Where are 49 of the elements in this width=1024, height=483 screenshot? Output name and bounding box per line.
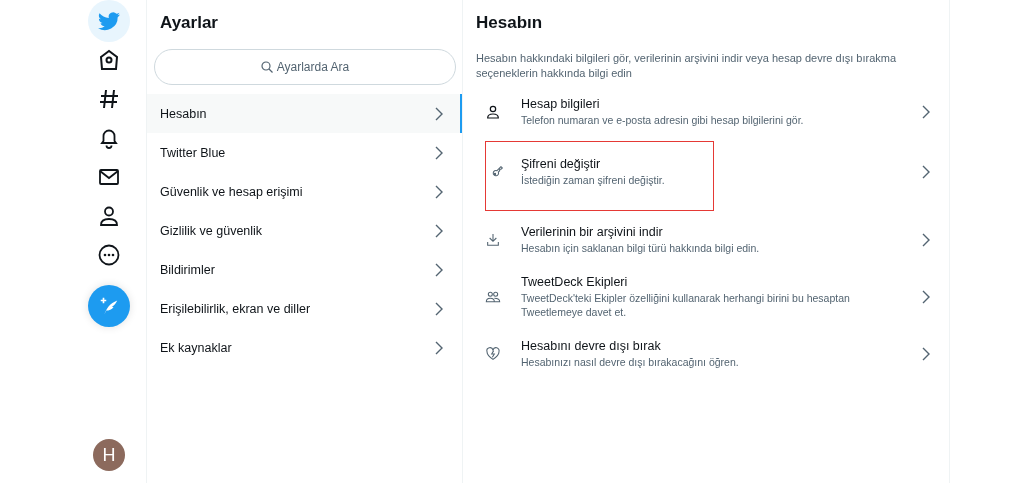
settings-title: Ayarlar: [159, 12, 219, 34]
item-title: Hesap bilgileri: [521, 97, 601, 111]
person-icon: [97, 204, 121, 228]
search-icon: [260, 61, 273, 73]
settings-item[interactable]: Gizlilik ve güvenlik: [147, 211, 462, 250]
account-item[interactable]: TweetDeck Ekipleri TweetDeck'teki Ekipler özelliğini kullanarak herhangi birini bu hesaptan Tweetlemeye davet et.: [463, 265, 949, 329]
chevron-right-icon: [433, 223, 445, 238]
person-icon: [485, 104, 501, 120]
account-item[interactable]: Verilerinin bir arşivini indir Hesabın için saklanan bilgi türü hakkında bilgi edin.: [463, 215, 949, 265]
settings-item[interactable]: Erişilebilirlik, ekran ve diller: [147, 289, 462, 328]
chevron-right-icon: [920, 105, 932, 119]
section-description: Hesabın hakkındaki bilgileri gör, verilerinin arşivini indir veya hesap devre dışı bırakma seçeneklerin hakkında bilgi edin: [475, 51, 898, 81]
item-title: Hesabını devre dışı bırak: [521, 339, 662, 353]
item-subtitle: İstediğin zaman şifreni değiştir.: [521, 173, 666, 187]
bird-icon: [97, 9, 121, 33]
more-icon: [97, 243, 121, 267]
chevron-right-icon: [920, 347, 932, 361]
settings-item[interactable]: Bildirimler: [147, 250, 462, 289]
item-title: TweetDeck Ekipleri: [521, 275, 629, 289]
chevron-right-icon: [433, 106, 445, 121]
account-item[interactable]: Şifreni değiştir İstediğin zaman şifreni değiştir.: [463, 137, 949, 215]
chevron-right-icon: [433, 301, 445, 316]
account-item[interactable]: Hesabını devre dışı bırak Hesabınızı nasıl devre dışı bırakacağını öğren.: [463, 329, 949, 379]
item-subtitle: Hesabınızı nasıl devre dışı bırakacağını öğren.: [521, 355, 740, 369]
chevron-right-icon: [433, 340, 445, 355]
home-icon: [97, 48, 121, 72]
chevron-right-icon: [920, 165, 932, 179]
chevron-right-icon: [433, 145, 445, 160]
people-icon: [485, 289, 501, 305]
settings-item[interactable]: Hesabın: [147, 94, 462, 133]
settings-item[interactable]: Ek kaynaklar: [147, 328, 462, 367]
hashtag-icon: [97, 87, 121, 111]
settings-item[interactable]: Güvenlik ve hesap erişimi: [147, 172, 462, 211]
section-title: Hesabın: [475, 12, 544, 34]
chevron-right-icon: [433, 262, 445, 277]
item-subtitle: Hesabın için saklanan bilgi türü hakkında bilgi edin.: [521, 241, 761, 255]
avatar[interactable]: H: [93, 439, 125, 471]
heart-icon: [485, 346, 501, 362]
download-icon: [485, 232, 501, 248]
chevron-right-icon: [920, 233, 932, 247]
account-item[interactable]: Hesap bilgileri Telefon numaran ve e-posta adresin gibi hesap bilgilerini gör.: [463, 87, 949, 137]
chevron-right-icon: [433, 184, 445, 199]
item-subtitle: TweetDeck'teki Ekipler özelliğini kullanarak herhangi birini bu hesaptan Tweetlemeye davet et.: [521, 291, 851, 319]
item-title: Verilerinin bir arşivini indir: [521, 225, 664, 239]
settings-item[interactable]: Twitter Blue: [147, 133, 462, 172]
compose-button[interactable]: [88, 285, 130, 327]
item-subtitle: Telefon numaran ve e-posta adresin gibi hesap bilgilerini gör.: [521, 113, 805, 127]
item-title: Şifreni değiştir: [521, 157, 602, 171]
chevron-right-icon: [920, 290, 932, 304]
